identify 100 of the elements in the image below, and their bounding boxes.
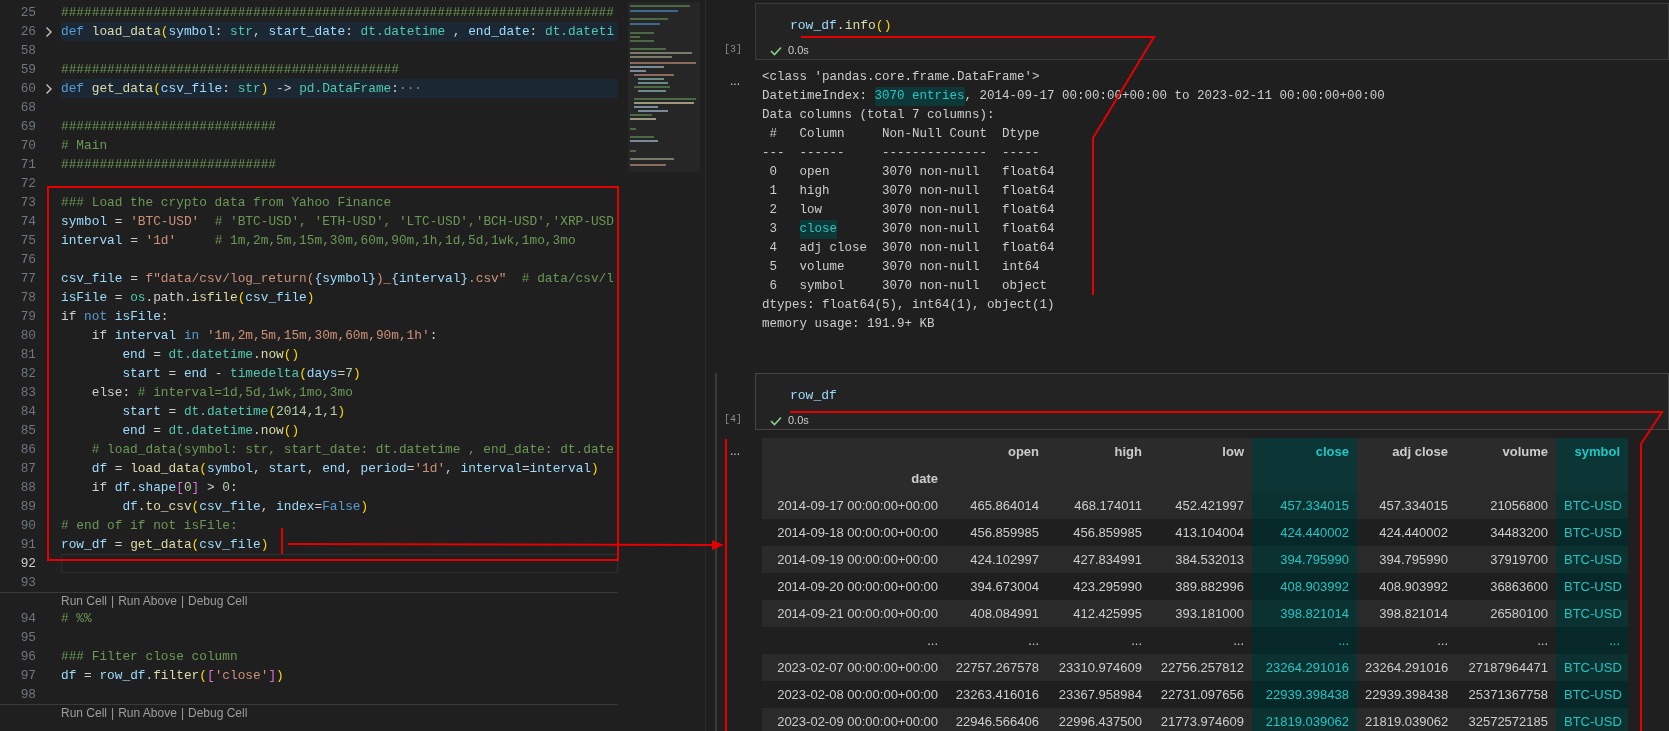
code-text: . bbox=[253, 345, 261, 364]
codelens-link[interactable]: Debug Cell bbox=[188, 592, 248, 610]
code-text: end bbox=[122, 345, 146, 364]
fold-ellipsis[interactable]: ··· bbox=[399, 78, 423, 99]
code-text: : bbox=[529, 22, 538, 41]
codelens-link[interactable]: Debug Cell bbox=[188, 704, 248, 722]
row-index: 2014-09-20 00:00:00+00:00 bbox=[762, 573, 946, 600]
line-number: 89 bbox=[19, 497, 36, 516]
table-cell: 394.795990 bbox=[1252, 546, 1357, 573]
output-text: 1 high 3070 non-null float64 bbox=[769, 183, 1055, 201]
table-cell: ... bbox=[946, 627, 1047, 654]
codelens-link[interactable]: Run Cell bbox=[61, 704, 108, 722]
chevron-right-icon[interactable] bbox=[44, 25, 53, 38]
code-text: period bbox=[360, 459, 407, 478]
code-text: ############################ bbox=[61, 155, 277, 174]
code-text: = bbox=[130, 231, 138, 250]
line-number: 69 bbox=[19, 117, 36, 136]
execution-count: [3] bbox=[724, 43, 742, 57]
code-text: ) bbox=[306, 288, 315, 307]
annotation-tick bbox=[281, 527, 283, 555]
code-text: ( bbox=[191, 535, 200, 554]
table-cell: 412.425995 bbox=[1047, 600, 1150, 627]
code-cell-input[interactable]: row_df.info() 0.0s bbox=[755, 3, 1669, 60]
line-number: 26 bbox=[19, 22, 36, 41]
execution-time: 0.0s bbox=[788, 413, 809, 429]
table-cell: BTC-USD bbox=[1556, 654, 1628, 681]
table-cell: 393.181000 bbox=[1150, 600, 1252, 627]
code-text: ############################################ bbox=[61, 60, 399, 79]
code-text: now bbox=[260, 421, 284, 440]
line-number: 82 bbox=[19, 364, 36, 383]
column-header[interactable]: close bbox=[1252, 438, 1357, 465]
code-text: in bbox=[183, 326, 200, 345]
table-cell: 456.859985 bbox=[946, 519, 1047, 546]
line-number: 75 bbox=[19, 231, 36, 250]
table-cell: 456.859985 bbox=[1047, 519, 1150, 546]
table-cell: 424.440002 bbox=[1357, 519, 1456, 546]
code-text: 0 bbox=[222, 478, 231, 497]
column-header[interactable]: symbol bbox=[1556, 438, 1628, 465]
table-cell: 37919700 bbox=[1456, 546, 1556, 573]
codelens-link[interactable]: Run Above bbox=[118, 592, 177, 610]
table-cell: ... bbox=[1252, 627, 1357, 654]
column-header[interactable]: open bbox=[946, 438, 1047, 465]
table-cell: 32572572185 bbox=[1456, 708, 1556, 731]
code-text: , bbox=[253, 459, 261, 478]
code-text: = bbox=[153, 421, 161, 440]
code-text: ( bbox=[153, 79, 161, 98]
code-text: = bbox=[153, 345, 161, 364]
code-text: {interval} bbox=[391, 269, 469, 288]
code-text: = bbox=[168, 364, 177, 383]
chevron-right-icon[interactable] bbox=[44, 82, 53, 95]
output-menu[interactable]: ... bbox=[730, 74, 740, 88]
code-text: to_csv bbox=[145, 497, 192, 516]
code-text: end bbox=[122, 421, 146, 440]
output-menu[interactable]: ... bbox=[730, 444, 740, 458]
code-text: csv_file bbox=[199, 497, 261, 516]
code-text: isFile bbox=[114, 307, 161, 326]
line-number: 96 bbox=[19, 647, 36, 666]
table-cell: 34483200 bbox=[1456, 519, 1556, 546]
code-text: 'BTC-USD' bbox=[130, 212, 200, 231]
code-text: ( bbox=[160, 22, 169, 41]
codelens-link[interactable]: Run Cell bbox=[61, 592, 108, 610]
code-text: () bbox=[283, 421, 300, 440]
code-text: # load_data(symbol: str, start_date: dt.datetime , end_date: dt.date bbox=[91, 440, 614, 459]
minimap-drawing[interactable] bbox=[628, 2, 700, 172]
table-cell: 384.532013 bbox=[1150, 546, 1252, 573]
code-text: = bbox=[84, 666, 92, 685]
table-cell: 465.864014 bbox=[946, 492, 1047, 519]
table-cell: 457.334015 bbox=[1357, 492, 1456, 519]
code-text: .csv" bbox=[468, 269, 507, 288]
row-index: 2014-09-17 00:00:00+00:00 bbox=[762, 492, 946, 519]
code-text: , bbox=[306, 459, 315, 478]
code-text: not bbox=[84, 307, 108, 326]
code-text: get_data bbox=[91, 79, 154, 98]
code-text: 'close' bbox=[214, 666, 269, 685]
column-header[interactable]: low bbox=[1150, 438, 1252, 465]
link-separator: | bbox=[111, 705, 115, 722]
code-text: row_df bbox=[99, 666, 146, 685]
table-cell: 427.834991 bbox=[1047, 546, 1150, 573]
code-text: ############################ bbox=[61, 117, 277, 136]
table-cell: 398.821014 bbox=[1252, 600, 1357, 627]
line-number: 88 bbox=[19, 478, 36, 497]
code-text: . bbox=[145, 666, 154, 685]
code-text: .path. bbox=[145, 288, 192, 307]
checkmark-icon bbox=[770, 415, 782, 426]
code-text: : bbox=[214, 22, 223, 41]
code-text: , bbox=[253, 22, 261, 41]
code-text: days bbox=[306, 364, 338, 383]
code-cell-input[interactable]: row_df 0.0s bbox=[755, 373, 1669, 430]
column-header[interactable]: high bbox=[1047, 438, 1150, 465]
code-text: , bbox=[345, 459, 353, 478]
table-cell: BTC-USD bbox=[1556, 708, 1628, 731]
column-header[interactable]: adj close bbox=[1357, 438, 1456, 465]
codelens-link[interactable]: Run Above bbox=[118, 704, 177, 722]
code-text: start_date bbox=[268, 22, 346, 41]
code-text: pd.DataFrame bbox=[299, 79, 392, 98]
table-cell: 468.174011 bbox=[1047, 492, 1150, 519]
code-text: 7 bbox=[345, 364, 353, 383]
table-cell: ... bbox=[1357, 627, 1456, 654]
table-cell: BTC-USD bbox=[1556, 492, 1628, 519]
column-header[interactable]: volume bbox=[1456, 438, 1556, 465]
